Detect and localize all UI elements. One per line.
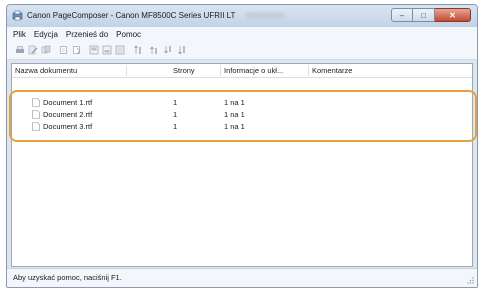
app-icon [12, 10, 23, 21]
column-header-pages[interactable]: Strony [173, 66, 195, 75]
selection-highlight [9, 90, 477, 142]
column-header-layout[interactable]: Informacje o ukł... [224, 66, 283, 75]
column-header-name[interactable]: Nazwa dokumentu [15, 66, 77, 75]
edit-icon[interactable] [28, 45, 38, 55]
title-blur [245, 12, 285, 19]
title-bar[interactable]: Canon PageComposer - Canon MF8500C Serie… [7, 5, 477, 27]
column-separator[interactable] [308, 65, 309, 76]
copy-icon[interactable] [59, 45, 69, 55]
app-window: Canon PageComposer - Canon MF8500C Serie… [6, 4, 478, 288]
settings-icon[interactable] [115, 45, 125, 55]
column-header-comments[interactable]: Komentarze [312, 66, 352, 75]
resize-grip-icon[interactable] [466, 276, 474, 284]
move-bottom-icon[interactable] [178, 45, 188, 55]
move-down-icon[interactable] [163, 45, 173, 55]
menu-edycja[interactable]: Edycja [34, 30, 58, 39]
menu-plik[interactable]: Plik [13, 30, 26, 39]
column-separator[interactable] [220, 65, 221, 76]
move-top-icon[interactable] [134, 45, 144, 55]
paste-icon[interactable] [72, 45, 82, 55]
menu-przenies-do[interactable]: Przenieś do [66, 30, 108, 39]
merge-icon[interactable] [41, 45, 51, 55]
minimize-button[interactable]: – [391, 8, 413, 22]
preview-icon[interactable] [89, 45, 99, 55]
status-bar: Aby uzyskać pomoc, naciśnij F1. [7, 268, 477, 287]
menu-bar: Plik Edycja Przenieś do Pomoc [7, 27, 477, 41]
window-title: Canon PageComposer - Canon MF8500C Serie… [27, 11, 236, 20]
toolbar [7, 41, 477, 60]
column-separator[interactable] [126, 65, 127, 76]
print-icon[interactable] [15, 45, 25, 55]
move-up-icon[interactable] [149, 45, 159, 55]
maximize-button[interactable]: □ [413, 8, 435, 22]
close-button[interactable]: ✕ [435, 8, 471, 22]
preview2-icon[interactable] [102, 45, 112, 55]
menu-pomoc[interactable]: Pomoc [116, 30, 141, 39]
status-text: Aby uzyskać pomoc, naciśnij F1. [13, 273, 122, 282]
list-header: Nazwa dokumentu Strony Informacje o ukł.… [12, 64, 472, 78]
